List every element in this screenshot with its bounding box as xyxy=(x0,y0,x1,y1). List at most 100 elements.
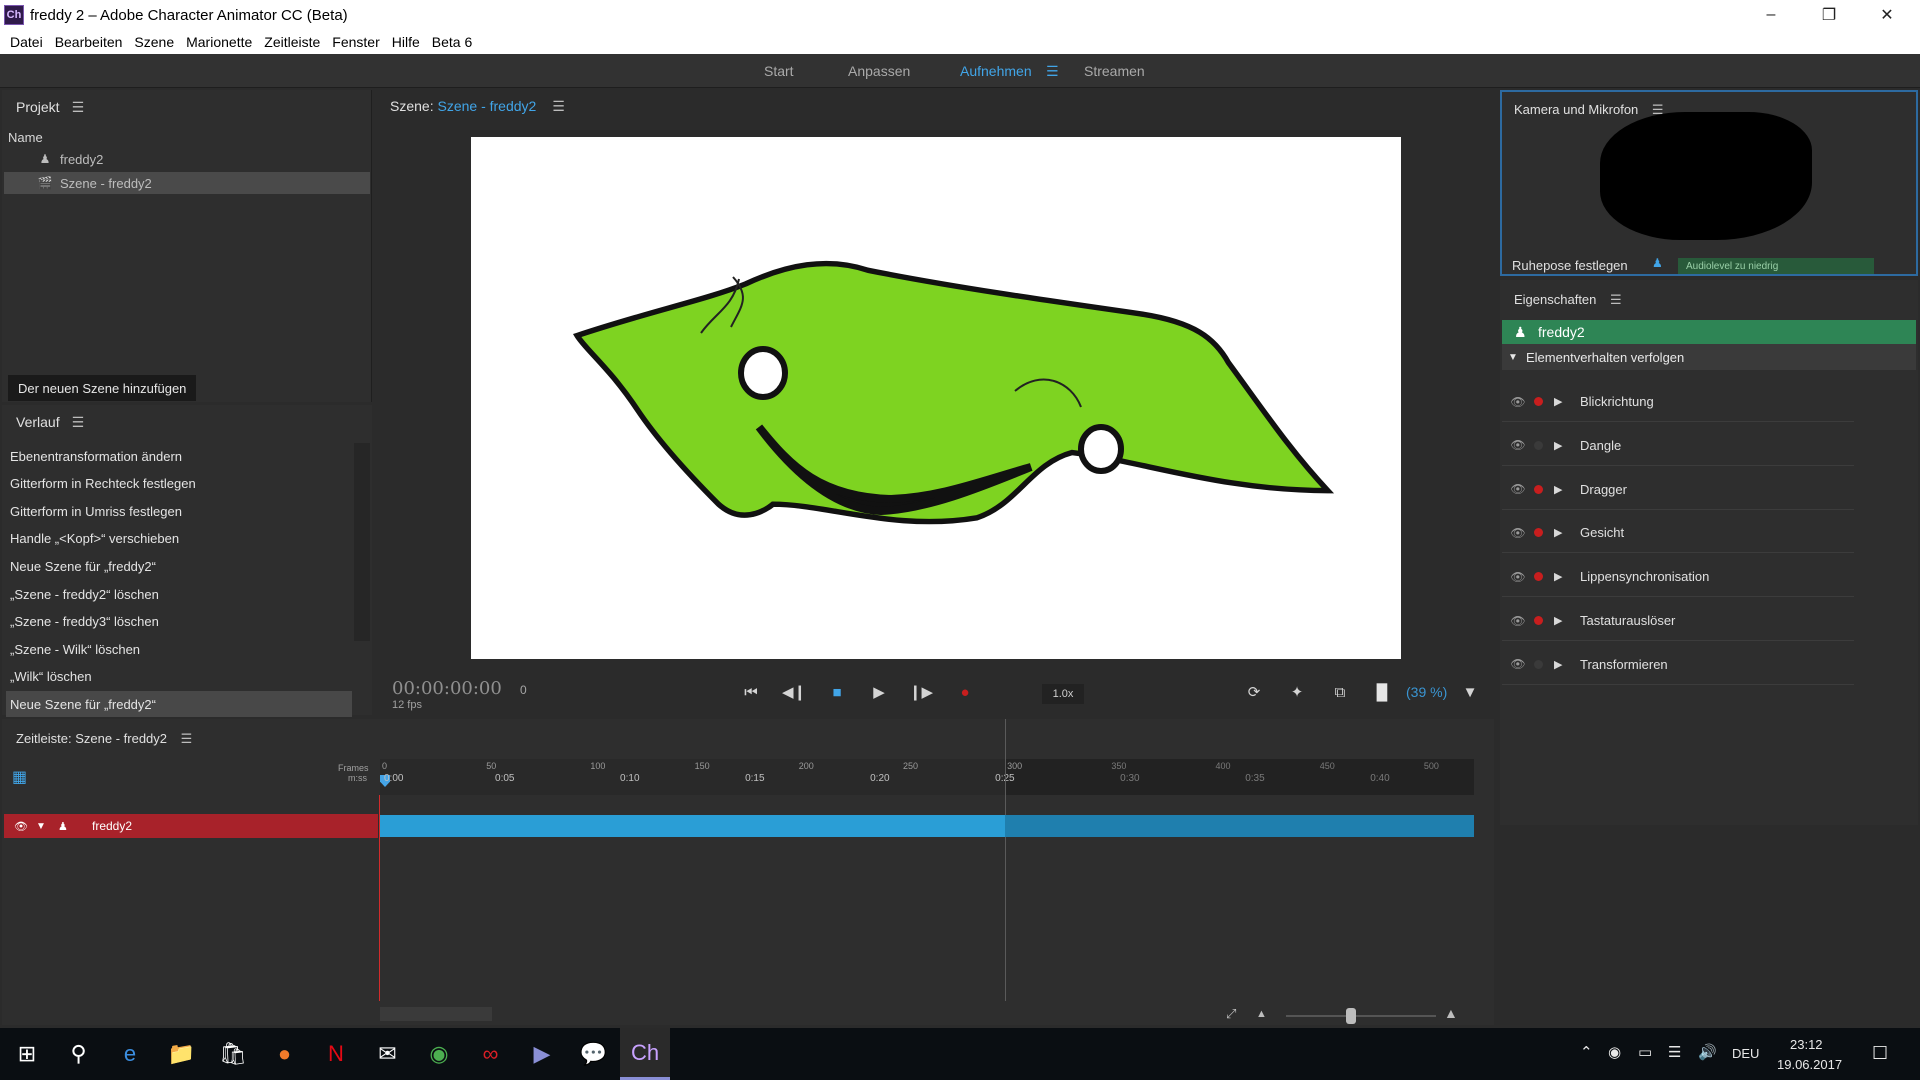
chevron-down-icon[interactable]: ▼ xyxy=(1456,678,1484,706)
eye-icon[interactable]: 👁 xyxy=(1510,526,1526,540)
arm-record-icon[interactable] xyxy=(1534,484,1543,494)
tab-aufnehmen[interactable]: Aufnehmen xyxy=(960,63,1032,79)
project-item-scene[interactable]: 🎬 Szene - freddy2 xyxy=(4,172,370,194)
menu-hilfe[interactable]: Hilfe xyxy=(386,34,426,50)
behavior-row[interactable]: 👁 ▶ Gesicht xyxy=(1502,513,1854,554)
expand-triangle-icon[interactable]: ▶ xyxy=(1554,658,1562,671)
history-scrollbar[interactable] xyxy=(354,443,370,641)
behavior-row[interactable]: 👁 ▶ Transformieren xyxy=(1502,645,1854,685)
behavior-row[interactable]: 👁 ▶ Dangle xyxy=(1502,426,1854,466)
mail-icon[interactable]: ✉ xyxy=(363,1028,413,1080)
chevron-up-icon[interactable]: ⌃ xyxy=(1580,1043,1593,1061)
fit-icon[interactable]: ⤢ xyxy=(1226,1006,1236,1022)
behaviors-section-header[interactable]: ▼ Elementverhalten verfolgen xyxy=(1502,344,1916,370)
panel-menu-icon[interactable]: ☰ xyxy=(552,98,565,114)
eye-icon[interactable]: 👁 xyxy=(1510,657,1526,671)
history-item[interactable]: Gitterform in Rechteck festlegen xyxy=(6,471,352,497)
step-forward-icon[interactable]: ❙▶ xyxy=(907,678,935,706)
tab-start[interactable]: Start xyxy=(764,63,794,79)
clock-date[interactable]: 19.06.2017 xyxy=(1777,1057,1842,1072)
notifications-icon[interactable]: ☐ xyxy=(1872,1043,1888,1064)
chrome-icon[interactable]: ◉ xyxy=(414,1028,464,1080)
close-button[interactable]: ✕ xyxy=(1858,0,1916,30)
eye-icon[interactable]: 👁 xyxy=(14,820,28,833)
arm-record-icon[interactable] xyxy=(1534,572,1543,582)
name-column-header[interactable]: Name xyxy=(8,130,43,145)
playback-speed[interactable]: 1.0x xyxy=(1042,684,1084,704)
menu-datei[interactable]: Datei xyxy=(4,34,49,50)
workspace-menu-icon[interactable]: ☰ xyxy=(1046,63,1059,80)
behavior-row[interactable]: 👁 ▶ Dragger xyxy=(1502,470,1854,510)
eye-icon[interactable]: 👁 xyxy=(1510,482,1526,496)
panel-menu-icon[interactable]: ☰ xyxy=(72,414,85,431)
blend-icon[interactable]: ✦ xyxy=(1283,678,1311,706)
history-item[interactable]: Gitterform in Umriss festlegen xyxy=(6,498,352,524)
go-to-start-icon[interactable]: ⏮ xyxy=(737,678,765,706)
arm-record-icon[interactable] xyxy=(1534,659,1543,669)
expand-triangle-icon[interactable]: ▶ xyxy=(1554,614,1562,627)
menu-marionette[interactable]: Marionette xyxy=(180,34,258,50)
history-item[interactable]: Ebenentransformation ändern xyxy=(6,443,352,469)
play-icon[interactable]: ▶ xyxy=(865,678,893,706)
scene-end-marker[interactable] xyxy=(1005,719,1007,1001)
expand-triangle-icon[interactable]: ▶ xyxy=(1554,395,1562,408)
set-rest-pose-button[interactable]: Ruhepose festlegen xyxy=(1512,258,1628,273)
tab-streamen[interactable]: Streamen xyxy=(1084,63,1145,79)
arm-record-icon[interactable] xyxy=(1534,528,1543,538)
scene-canvas[interactable] xyxy=(471,137,1401,659)
playhead-line[interactable] xyxy=(379,795,380,1001)
explorer-icon[interactable]: 📁 xyxy=(157,1028,207,1080)
zoom-level[interactable]: (39 %) xyxy=(1406,684,1447,700)
record-icon[interactable]: ● xyxy=(951,678,979,706)
panel-menu-icon[interactable]: ☰ xyxy=(1610,292,1622,307)
creative-cloud-icon[interactable]: ∞ xyxy=(466,1028,516,1080)
background-swatch-icon[interactable]: █ xyxy=(1368,678,1396,706)
media-player-icon[interactable]: ▶ xyxy=(517,1028,567,1080)
timeline-scrollbar[interactable] xyxy=(380,1007,492,1021)
history-item[interactable]: „Szene - freddy2“ löschen xyxy=(6,581,352,607)
firefox-icon[interactable]: ● xyxy=(260,1028,310,1080)
zoom-out-icon[interactable]: ▲ xyxy=(1256,1008,1267,1020)
search-icon[interactable]: ⚲ xyxy=(54,1028,104,1080)
timeline-zoom-slider[interactable] xyxy=(1286,1015,1436,1017)
volume-icon[interactable]: 🔊 xyxy=(1698,1043,1717,1061)
step-back-icon[interactable]: ◀❙ xyxy=(780,678,808,706)
panel-menu-icon[interactable]: ☰ xyxy=(72,99,85,116)
clock-time[interactable]: 23:12 xyxy=(1790,1037,1823,1052)
netflix-icon[interactable]: N xyxy=(311,1028,361,1080)
edge-icon[interactable]: e xyxy=(105,1028,155,1080)
security-icon[interactable]: ◉ xyxy=(1608,1043,1621,1061)
arm-record-icon[interactable] xyxy=(1534,397,1543,406)
track-bar[interactable] xyxy=(380,815,1474,837)
restore-button[interactable]: ❐ xyxy=(1800,0,1858,30)
camera-toggle-icon[interactable]: ♟ xyxy=(1652,256,1663,270)
twitch-icon[interactable]: 💬 xyxy=(569,1028,619,1080)
timeline-ruler[interactable]: 0 50 100 150 200 250 300 350 400 450 500 0:00 0:05 0:… xyxy=(380,759,1474,795)
mirror-icon[interactable]: ⧉ xyxy=(1326,678,1354,706)
eye-icon[interactable]: 👁 xyxy=(1510,395,1526,409)
input-language[interactable]: DEU xyxy=(1732,1046,1759,1061)
history-item[interactable]: Neue Szene für „freddy2“ xyxy=(6,553,352,579)
eye-icon[interactable]: 👁 xyxy=(1510,614,1526,628)
history-item[interactable]: „Wilk“ löschen xyxy=(6,664,352,690)
expand-triangle-icon[interactable]: ▶ xyxy=(1554,439,1562,452)
expand-triangle-icon[interactable]: ▶ xyxy=(1554,526,1562,539)
timeline-zoom-handle[interactable] xyxy=(1346,1008,1356,1024)
expand-triangle-icon[interactable]: ▶ xyxy=(1554,483,1562,496)
menu-szene[interactable]: Szene xyxy=(128,34,180,50)
track-header[interactable]: 👁 ▼ ♟ freddy2 xyxy=(4,814,378,838)
selected-puppet[interactable]: ♟ freddy2 xyxy=(1502,320,1916,344)
history-item[interactable]: „Szene - freddy3“ löschen xyxy=(6,609,352,635)
behavior-row[interactable]: 👁 ▶ Tastaturauslöser xyxy=(1502,601,1854,641)
scene-name[interactable]: Szene - freddy2 xyxy=(437,98,536,114)
menu-beta[interactable]: Beta 6 xyxy=(426,34,478,50)
loop-icon[interactable]: ⟳ xyxy=(1240,678,1268,706)
minimize-button[interactable]: – xyxy=(1742,0,1800,30)
history-item[interactable]: Neue Szene für „freddy2“ xyxy=(6,691,352,718)
behavior-row[interactable]: 👁 ▶ Blickrichtung xyxy=(1502,382,1854,422)
panel-menu-icon[interactable]: ☰ xyxy=(181,731,193,746)
add-to-scene-button[interactable]: Der neuen Szene hinzufügen xyxy=(8,375,197,401)
character-animator-icon[interactable]: Ch xyxy=(620,1028,670,1080)
arrange-tracks-icon[interactable]: ▦ xyxy=(12,767,27,787)
battery-icon[interactable]: ▭ xyxy=(1638,1043,1652,1061)
